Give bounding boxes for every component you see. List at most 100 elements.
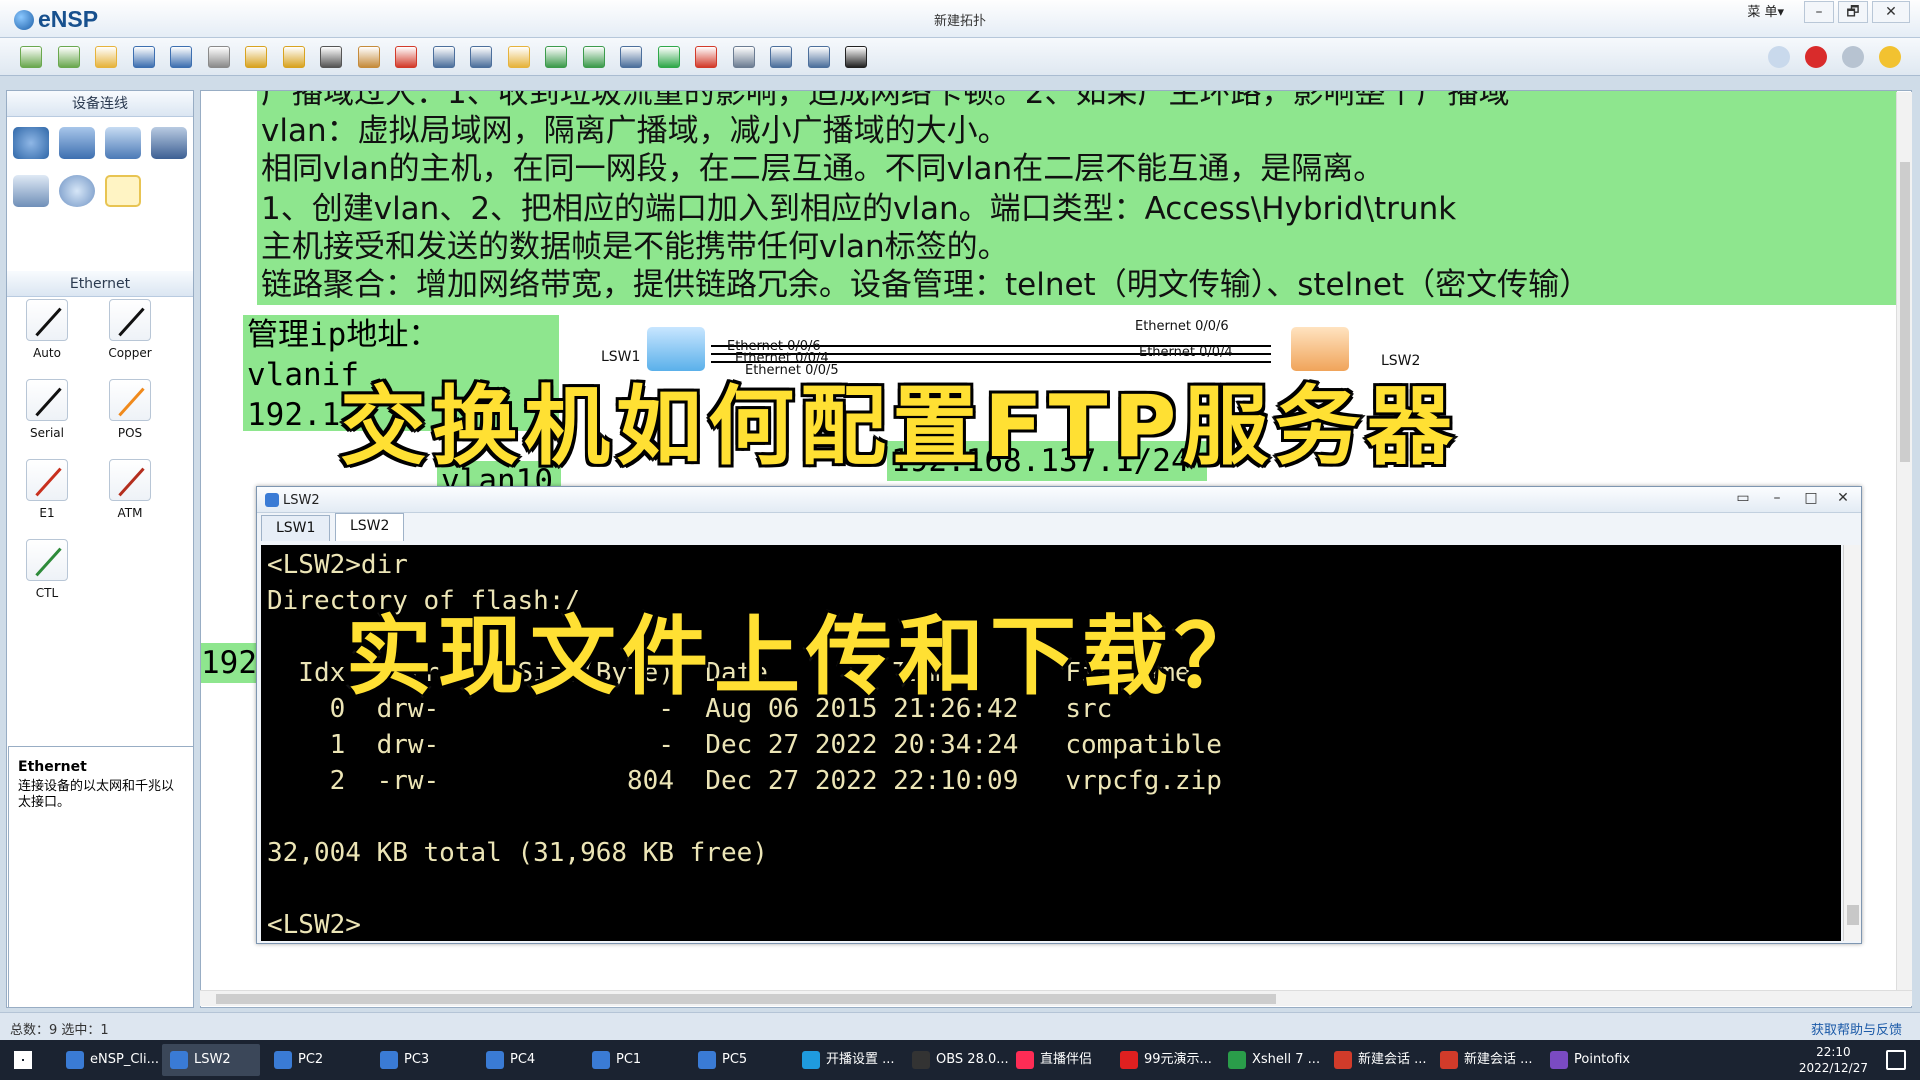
cli-close-button[interactable]: ✕: [1829, 489, 1857, 509]
cli-maximize-button[interactable]: □: [1797, 489, 1825, 509]
taskbar-item[interactable]: 直播伴侣: [1008, 1044, 1108, 1076]
e1-cable-icon: [26, 459, 68, 501]
terminal-line: <LSW2>dir: [267, 550, 408, 580]
rectangle-icon[interactable]: [507, 46, 530, 68]
side-ip-note: 192: [201, 643, 257, 683]
taskbar-item[interactable]: Pointofix: [1542, 1044, 1642, 1076]
canvas-hscroll[interactable]: [200, 990, 1912, 1006]
undo-icon[interactable]: [245, 46, 267, 68]
text-icon[interactable]: [470, 46, 492, 68]
vscroll-thumb[interactable]: [1900, 162, 1910, 462]
notification-icon[interactable]: [1886, 1050, 1906, 1070]
cable-ctl[interactable]: CTL: [17, 539, 77, 600]
minimize-button[interactable]: –: [1804, 1, 1834, 23]
save-as-icon[interactable]: [170, 46, 192, 68]
cli-window[interactable]: LSW2 ▭ – □ ✕ LSW1 LSW2 <LSW2>dir Director…: [256, 486, 1862, 944]
cable-copper[interactable]: Copper: [100, 299, 160, 360]
tab-lsw2[interactable]: LSW2: [335, 513, 405, 541]
port-label: Ethernet 0/0/6: [1135, 319, 1229, 334]
connection-icon[interactable]: [105, 175, 141, 207]
taskbar-item[interactable]: PC4: [478, 1044, 576, 1076]
windows-start-icon[interactable]: [14, 1051, 32, 1069]
cable-pos[interactable]: POS: [100, 379, 160, 440]
canvas-vscroll[interactable]: [1896, 92, 1912, 990]
hand-icon[interactable]: [357, 46, 380, 68]
desc-text: 连接设备的以太网和千兆以太接口。: [18, 779, 175, 810]
capture-icon[interactable]: [732, 46, 755, 68]
taskbar-item[interactable]: 新建会话 ...: [1432, 1044, 1533, 1076]
print-icon[interactable]: [207, 46, 230, 68]
stop-device-icon[interactable]: [695, 46, 717, 68]
topology-icon[interactable]: [770, 46, 792, 68]
delete-link-icon[interactable]: [432, 46, 455, 68]
ctl-cable-icon: [26, 539, 68, 581]
pos-cable-icon: [109, 379, 151, 421]
pc-icon[interactable]: [13, 175, 49, 207]
hscroll-thumb[interactable]: [216, 994, 1276, 1004]
cable-atm[interactable]: ATM: [100, 459, 160, 520]
new-experiment-icon[interactable]: [57, 46, 80, 68]
close-button[interactable]: ✕: [1872, 1, 1910, 23]
help-icon[interactable]: [1879, 46, 1901, 68]
cli-icon[interactable]: [845, 46, 867, 68]
open-icon[interactable]: [95, 46, 117, 68]
cloud-icon[interactable]: [59, 175, 95, 207]
taskbar-item[interactable]: 开播设置 ...: [794, 1044, 895, 1076]
grid-icon[interactable]: [807, 46, 830, 68]
firewall-icon[interactable]: [151, 127, 187, 159]
new-topology-icon[interactable]: [20, 46, 42, 68]
settings-icon[interactable]: [1842, 46, 1864, 68]
terminal-line: 1 drw- - Dec 27 2022 20:34:24 compatible: [267, 730, 1222, 760]
taskbar-item[interactable]: eNSP_Cli...: [58, 1044, 159, 1076]
switch-icon[interactable]: [59, 127, 95, 159]
zoom-in-icon[interactable]: [545, 46, 567, 68]
taskbar-item[interactable]: Xshell 7 ...: [1220, 1044, 1320, 1076]
start-device-icon[interactable]: [657, 46, 680, 68]
cli-detach-button[interactable]: ▭: [1729, 489, 1757, 509]
tab-lsw1[interactable]: LSW1: [261, 515, 331, 541]
cable-label: Auto: [33, 346, 61, 360]
cable-serial[interactable]: Serial: [17, 379, 77, 440]
help-feedback-link[interactable]: 获取帮助与反馈: [1811, 1019, 1902, 1038]
forum-icon[interactable]: [1768, 46, 1790, 68]
taskbar-item[interactable]: PC5: [690, 1044, 788, 1076]
overlay-title-2: 实现文件上传和下载？: [344, 605, 1266, 710]
mgmt-note-1: 管理ip地址：: [247, 317, 440, 353]
restore-button[interactable]: 🗗: [1838, 1, 1868, 23]
wlan-icon[interactable]: [105, 127, 141, 159]
clock[interactable]: 22:10 2022/12/27: [1799, 1044, 1868, 1076]
cable-label: ATM: [117, 506, 143, 520]
taskbar-item-label: PC2: [298, 1052, 324, 1067]
taskbar-item[interactable]: OBS 28.0...: [904, 1044, 1009, 1076]
taskbar-item[interactable]: PC3: [372, 1044, 470, 1076]
taskbar-item-label: 直播伴侣: [1040, 1052, 1093, 1067]
cable-label: CTL: [35, 586, 59, 600]
zoom-out-icon[interactable]: [582, 46, 605, 68]
router-icon[interactable]: [13, 127, 49, 159]
atm-cable-icon: [109, 459, 151, 501]
cli-title-bar[interactable]: LSW2 ▭ – □ ✕: [257, 487, 1861, 513]
app-icon: [1334, 1051, 1352, 1069]
taskbar-item[interactable]: 99元演示...: [1112, 1044, 1212, 1076]
select-icon[interactable]: [320, 46, 342, 68]
redo-icon[interactable]: [282, 46, 305, 68]
cli-scrollbar[interactable]: [1843, 545, 1861, 941]
taskbar-item[interactable]: PC1: [584, 1044, 682, 1076]
cli-minimize-button[interactable]: –: [1763, 489, 1791, 509]
scroll-thumb[interactable]: [1847, 905, 1859, 925]
save-icon[interactable]: [132, 46, 155, 68]
note-line-6: 链路聚合：增加网络带宽，提供链路冗余。设备管理：telnet（明文传输）、ste…: [257, 265, 1897, 305]
cable-label: E1: [39, 506, 55, 520]
terminal-line: <LSW2>: [267, 910, 361, 940]
main-menu-button[interactable]: 菜 单▾: [1741, 3, 1790, 23]
taskbar-item[interactable]: 新建会话 ...: [1326, 1044, 1427, 1076]
taskbar-item[interactable]: LSW2: [162, 1044, 260, 1076]
delete-icon[interactable]: [395, 46, 417, 68]
huawei-icon[interactable]: [1805, 46, 1827, 68]
cable-e1[interactable]: E1: [17, 459, 77, 520]
cable-auto[interactable]: Auto: [17, 299, 77, 360]
taskbar-item[interactable]: PC2: [266, 1044, 364, 1076]
fit-icon[interactable]: [620, 46, 642, 68]
